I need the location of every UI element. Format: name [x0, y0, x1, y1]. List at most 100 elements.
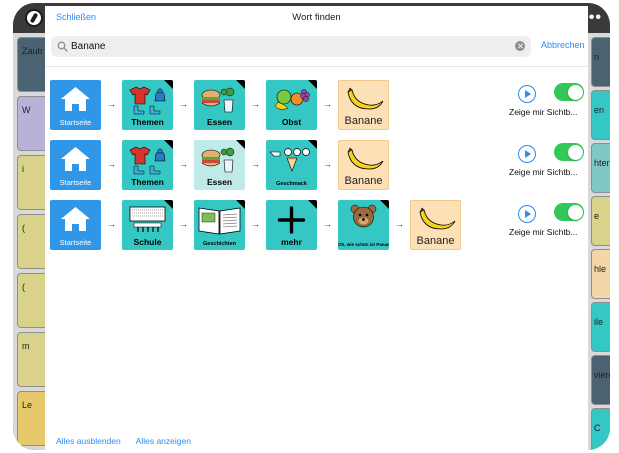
background-tile: hle: [591, 249, 610, 299]
search-icon: [57, 41, 68, 52]
folder-corner-icon: [308, 200, 317, 209]
result-row: Startseite → Themen → Essen → Obst → Banane Zeige…: [45, 80, 588, 132]
search-input[interactable]: [71, 38, 501, 55]
background-tile-label: m: [22, 341, 30, 351]
background-tile: ile: [591, 302, 610, 352]
show-visibility-toggle[interactable]: [554, 83, 584, 101]
modal-title: Wort finden: [292, 12, 341, 23]
folder-corner-icon: [236, 140, 245, 149]
background-tile-label: (: [22, 282, 25, 292]
arrow-right-icon: →: [107, 159, 116, 169]
path-step-house[interactable]: Startseite: [50, 80, 101, 130]
footer-actions: Alles ausblenden Alles anzeigen: [56, 436, 204, 446]
path-step-label: Geschmack: [276, 181, 307, 187]
arrow-right-icon: →: [107, 99, 116, 109]
arrow-right-icon: →: [251, 219, 260, 229]
path-step-label: Themen: [131, 177, 164, 187]
path-step-label: Essen: [206, 177, 233, 187]
folder-corner-icon: [236, 80, 245, 89]
background-tile-label: hle: [594, 264, 607, 274]
play-icon[interactable]: [518, 205, 536, 223]
path-step-label: mehr: [281, 237, 302, 247]
path-step-house[interactable]: Startseite: [50, 140, 101, 190]
path-step-label: Schule: [133, 237, 162, 247]
path-step-food[interactable]: Essen: [194, 80, 245, 130]
background-tile-label: hten: [594, 158, 610, 168]
house-icon: [50, 82, 101, 114]
search-field[interactable]: [51, 36, 531, 57]
background-tile-label: Le: [22, 400, 33, 410]
show-visibility-toggle[interactable]: [554, 143, 584, 161]
path-step-label: Banane: [344, 175, 383, 187]
background-tile: n: [591, 37, 610, 87]
background-tile-label: en: [594, 105, 605, 115]
show-visibility-toggle[interactable]: [554, 203, 584, 221]
hide-all-button[interactable]: Alles ausblenden: [56, 436, 121, 446]
arrow-right-icon: →: [395, 219, 404, 229]
search-bar: Abbrechen: [51, 36, 585, 57]
banana-icon: [411, 203, 460, 235]
compass-icon[interactable]: [25, 9, 43, 27]
path-step-taste[interactable]: Geschmack: [266, 140, 317, 190]
path-step-label: Obst: [281, 117, 302, 127]
background-tile-label: i: [22, 164, 24, 174]
arrow-right-icon: →: [179, 219, 188, 229]
cancel-button[interactable]: Abbrechen: [541, 40, 585, 50]
path-step-banana[interactable]: Banane: [338, 140, 389, 190]
folder-corner-icon: [380, 200, 389, 209]
folder-corner-icon: [236, 200, 245, 209]
path-step-label: Banane: [416, 235, 455, 247]
path-step-banana[interactable]: Banane: [410, 200, 461, 250]
background-tile-label: C: [594, 423, 601, 433]
folder-corner-icon: [308, 140, 317, 149]
arrow-right-icon: →: [323, 99, 332, 109]
path-step-label: Startseite: [59, 118, 92, 127]
arrow-right-icon: →: [107, 219, 116, 229]
find-word-modal: Schließen Wort finden Abbrechen Startsei…: [45, 6, 588, 453]
background-tile: e: [591, 196, 610, 246]
banana-icon: [339, 83, 388, 115]
house-icon: [50, 202, 101, 234]
folder-corner-icon: [164, 80, 173, 89]
arrow-right-icon: →: [179, 99, 188, 109]
path-step-banana[interactable]: Banane: [338, 80, 389, 130]
background-tile: C: [591, 408, 610, 450]
arrow-right-icon: →: [251, 159, 260, 169]
path-step-clothes[interactable]: Themen: [122, 140, 173, 190]
clear-search-icon[interactable]: [515, 41, 525, 51]
path-step-school[interactable]: Schule: [122, 200, 173, 250]
toggle-label: Zeige mir Sichtb...: [509, 227, 578, 237]
path-step-label: Banane: [344, 115, 383, 127]
folder-corner-icon: [164, 140, 173, 149]
arrow-right-icon: →: [323, 219, 332, 229]
path-step-label: Geschichten: [202, 241, 236, 247]
folder-corner-icon: [308, 80, 317, 89]
path-step-clothes[interactable]: Themen: [122, 80, 173, 130]
arrow-right-icon: →: [179, 159, 188, 169]
toggle-label: Zeige mir Sichtb...: [509, 167, 578, 177]
path-step-fruit[interactable]: Obst: [266, 80, 317, 130]
divider: [45, 66, 588, 67]
background-tile: vieren: [591, 355, 610, 405]
background-tile: en: [591, 90, 610, 140]
modal-header: Schließen Wort finden: [45, 6, 588, 28]
background-tile-label: ile: [594, 317, 604, 327]
path-step-label: Essen: [206, 117, 233, 127]
path-step-label: Startseite: [59, 178, 92, 187]
background-tile-label: n: [594, 52, 600, 62]
path-step-house[interactable]: Startseite: [50, 200, 101, 250]
path-step-bear[interactable]: Oh, wie schön ist Panama: [338, 200, 389, 250]
result-row: Startseite → Themen → Essen → Geschmack → Banane…: [45, 140, 588, 192]
path-step-label: Oh, wie schön ist Panama: [338, 242, 389, 247]
show-all-button[interactable]: Alles anzeigen: [136, 436, 191, 446]
play-icon[interactable]: [518, 145, 536, 163]
path-step-plus[interactable]: mehr: [266, 200, 317, 250]
background-tile-label: Zaub: [22, 46, 43, 56]
play-icon[interactable]: [518, 85, 536, 103]
toggle-label: Zeige mir Sichtb...: [509, 107, 578, 117]
path-step-label: Themen: [131, 117, 164, 127]
folder-corner-icon: [164, 200, 173, 209]
path-step-book[interactable]: Geschichten: [194, 200, 245, 250]
banana-icon: [339, 143, 388, 175]
path-step-food[interactable]: Essen: [194, 140, 245, 190]
